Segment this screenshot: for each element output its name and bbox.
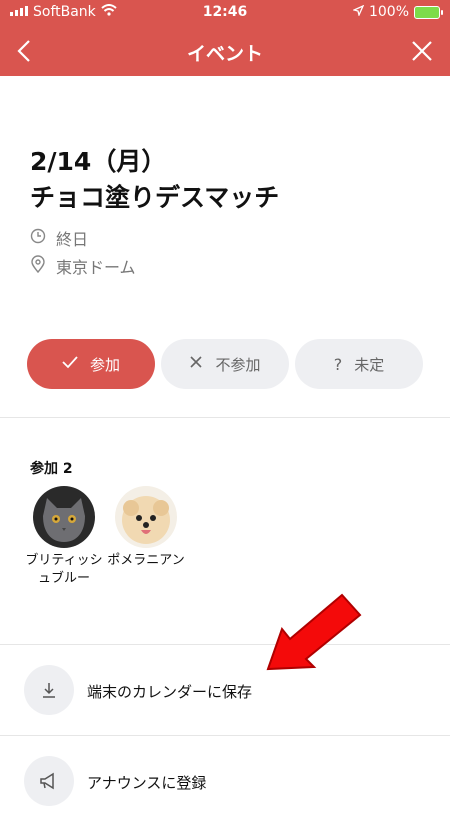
clock-icon (30, 228, 46, 248)
battery-percent: 100% (368, 4, 409, 20)
event-title: チョコ塗りデスマッチ (30, 183, 280, 212)
page-title: イベント (186, 43, 263, 65)
x-icon (189, 355, 203, 373)
question-icon: ? (333, 354, 343, 374)
rsvp-join-label: 参加 (89, 355, 120, 374)
event-location-row: 東京ドーム (30, 254, 136, 278)
nav-bar: イベント (0, 26, 450, 76)
status-right: 100% (351, 4, 443, 20)
announce-button[interactable]: アナウンスに登録 (0, 736, 450, 826)
rsvp-decline-button[interactable]: 不参加 (161, 339, 289, 389)
location-pin-icon (30, 255, 46, 277)
check-icon (62, 355, 78, 373)
participants-label: 参加 2 (30, 461, 73, 477)
save-to-calendar-button[interactable]: 端末のカレンダーに保存 (0, 645, 450, 735)
rsvp-decline-label: 不参加 (215, 355, 261, 374)
event-time-row: 終日 (30, 226, 88, 250)
save-to-calendar-label: 端末のカレンダーに保存 (87, 683, 253, 701)
event-location: 東京ドーム (56, 258, 136, 277)
status-bar: SoftBank 12:46 100% (0, 0, 450, 26)
participant-item[interactable]: ポメラニアン (106, 486, 186, 570)
avatar (33, 486, 95, 548)
event-time: 終日 (56, 230, 89, 249)
battery-icon (414, 5, 443, 19)
close-icon[interactable] (408, 37, 436, 65)
megaphone-icon (24, 756, 74, 806)
pointer-arrow-icon (262, 585, 372, 675)
announce-label: アナウンスに登録 (87, 774, 207, 792)
participant-name: ポメラニアン (107, 553, 185, 568)
participant-name: ブリティッシュブルー (25, 553, 103, 586)
divider (0, 417, 450, 418)
location-arrow-icon (351, 4, 365, 20)
download-icon (24, 665, 74, 715)
rsvp-undecided-button[interactable]: ? 未定 (295, 339, 423, 389)
rsvp-join-button[interactable]: 参加 (27, 339, 155, 389)
rsvp-undecided-label: 未定 (354, 355, 385, 374)
participant-item[interactable]: ブリティッシュブルー (24, 486, 104, 588)
event-date: 2/14（月） (30, 147, 167, 176)
avatar (115, 486, 177, 548)
